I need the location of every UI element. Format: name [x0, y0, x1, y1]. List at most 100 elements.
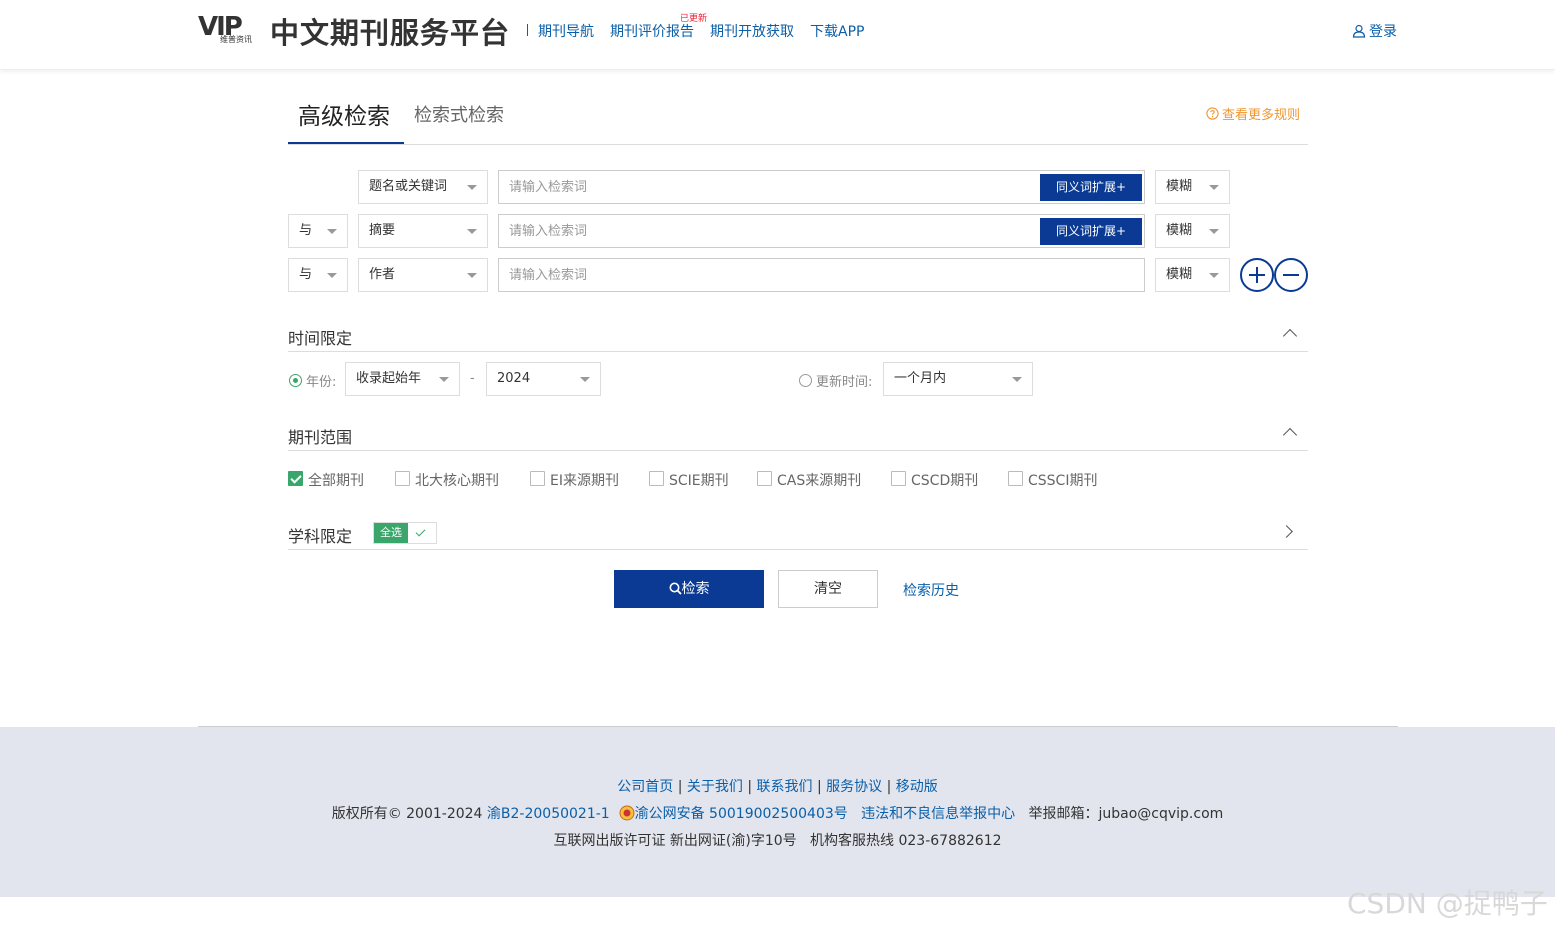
plus-icon-vertical [1256, 267, 1258, 283]
scope-checkbox-pku[interactable] [395, 471, 410, 486]
search-input-1[interactable]: 同义词扩展+ [498, 170, 1145, 204]
chevron-down-icon [1209, 185, 1219, 190]
logic-select-2[interactable]: 与 [288, 214, 348, 248]
scope-checkbox-cas[interactable] [757, 471, 772, 486]
search-input-2-field[interactable] [499, 215, 1019, 247]
chevron-down-icon [1012, 377, 1022, 382]
license-text: 互联网出版许可证 新出网证(渝)字10号 [553, 833, 797, 849]
nav-divider [527, 24, 528, 36]
scope-checkbox-cscd[interactable] [891, 471, 906, 486]
select-all-label: 全选 [374, 523, 408, 543]
footer-links: 公司首页 | 关于我们 | 联系我们 | 服务协议 | 移动版 [617, 779, 938, 795]
time-limit-divider [288, 351, 1308, 352]
footer-link-agreement[interactable]: 服务协议 [826, 779, 882, 795]
subject-select-all-toggle[interactable]: 全选 [373, 522, 437, 544]
year-from-select[interactable]: 收录起始年 [345, 362, 460, 396]
footer-copyright-row: 版权所有© 2001-2024 渝B2-20050021-1 渝公网安备 500… [0, 803, 1555, 823]
search-input-3-field[interactable] [499, 259, 1019, 291]
update-time-radio[interactable] [799, 374, 812, 387]
logic-select-2-value: 与 [299, 223, 313, 238]
journal-scope-divider [288, 450, 1308, 451]
journal-scope-title: 期刊范围 [288, 428, 353, 447]
year-to-select[interactable]: 2024 [486, 362, 601, 396]
year-radio[interactable] [289, 374, 302, 387]
search-button-label: 检索 [681, 581, 710, 597]
logo-subtitle: 维普资讯 [220, 35, 252, 44]
synonym-expand-button-1[interactable]: 同义词扩展+ [1040, 174, 1142, 201]
search-input-2[interactable]: 同义词扩展+ [498, 214, 1145, 248]
subject-limit-title: 学科限定 [288, 527, 353, 546]
search-input-1-field[interactable] [499, 171, 1019, 203]
clear-button[interactable]: 清空 [778, 570, 878, 608]
scope-checkbox-ei[interactable] [530, 471, 545, 486]
chevron-down-icon [467, 273, 477, 278]
collapse-scope-chevron-icon[interactable] [1282, 427, 1298, 443]
tab-advanced-search[interactable]: 高级检索 [298, 97, 390, 131]
icp-link[interactable]: 渝B2-20050021-1 [487, 806, 610, 822]
scope-checkbox-all[interactable] [288, 471, 303, 486]
chevron-down-icon [467, 185, 477, 190]
chevron-down-icon [467, 229, 477, 234]
field-select-2[interactable]: 摘要 [358, 214, 488, 248]
expand-subject-chevron-icon[interactable] [1280, 525, 1293, 538]
more-rules-link[interactable]: 查看更多规则 [1206, 104, 1300, 123]
field-select-1[interactable]: 题名或关键词 [358, 170, 488, 204]
scope-checkbox-cssci[interactable] [1008, 471, 1023, 486]
logic-select-3-value: 与 [299, 267, 313, 282]
police-record-link[interactable]: 渝公网安备 50019002500403号 [635, 806, 848, 822]
chevron-down-icon [580, 377, 590, 382]
nav-journal-evaluation[interactable]: 期刊评价报告 [610, 21, 694, 41]
chevron-down-icon [327, 229, 337, 234]
more-rules-label: 查看更多规则 [1222, 108, 1301, 123]
nav-open-access[interactable]: 期刊开放获取 [710, 21, 794, 41]
field-select-3[interactable]: 作者 [358, 258, 488, 292]
match-select-2-value: 模糊 [1166, 223, 1193, 238]
logic-select-3[interactable]: 与 [288, 258, 348, 292]
match-select-3-value: 模糊 [1166, 267, 1193, 282]
login-link[interactable]: 登录 [1352, 21, 1397, 41]
match-select-1-value: 模糊 [1166, 179, 1193, 194]
scope-label-all: 全部期刊 [308, 473, 364, 489]
tab-expression-search[interactable]: 检索式检索 [414, 101, 504, 127]
help-icon [1206, 107, 1219, 120]
search-input-3[interactable] [498, 258, 1145, 292]
match-select-2[interactable]: 模糊 [1155, 214, 1230, 248]
csdn-watermark: CSDN @捉鸭子 [1347, 887, 1548, 920]
footer-link-mobile[interactable]: 移动版 [896, 779, 938, 795]
user-icon [1352, 24, 1366, 38]
nav-journal-guide[interactable]: 期刊导航 [538, 21, 594, 41]
chevron-down-icon [1209, 229, 1219, 234]
search-history-link[interactable]: 检索历史 [903, 580, 959, 600]
scope-checkbox-scie[interactable] [649, 471, 664, 486]
chevron-down-icon [439, 377, 449, 382]
nav-download-app[interactable]: 下载APP [810, 21, 864, 41]
update-time-value: 一个月内 [894, 371, 947, 386]
time-limit-title: 时间限定 [288, 329, 353, 348]
match-select-3[interactable]: 模糊 [1155, 258, 1230, 292]
vip-logo[interactable]: VIP 维普资讯 [198, 12, 262, 44]
report-email-text: 举报邮箱：jubao@cqvip.com [1028, 806, 1224, 822]
subject-limit-divider [288, 549, 1308, 550]
year-from-value: 收录起始年 [356, 371, 422, 386]
field-select-2-value: 摘要 [369, 223, 396, 238]
report-center-link[interactable]: 违法和不良信息举报中心 [861, 806, 1015, 822]
scope-label-scie: SCIE期刊 [669, 473, 729, 489]
collapse-time-chevron-icon[interactable] [1282, 328, 1298, 344]
search-button[interactable]: 检索 [614, 570, 764, 608]
footer-license-row: 互联网出版许可证 新出网证(渝)字10号 机构客服热线 023-67882612 [0, 830, 1555, 850]
scope-label-ei: EI来源期刊 [550, 473, 619, 489]
update-time-select[interactable]: 一个月内 [883, 362, 1033, 396]
remove-row-button[interactable] [1274, 258, 1308, 292]
search-icon [669, 582, 682, 595]
year-label: 年份: [306, 375, 337, 390]
match-select-1[interactable]: 模糊 [1155, 170, 1230, 204]
footer-link-home[interactable]: 公司首页 [617, 779, 673, 795]
footer-link-about[interactable]: 关于我们 [687, 779, 743, 795]
add-row-button[interactable] [1240, 258, 1274, 292]
synonym-expand-button-2[interactable]: 同义词扩展+ [1040, 218, 1142, 245]
minus-icon [1283, 274, 1299, 276]
platform-title[interactable]: 中文期刊服务平台 [270, 10, 510, 52]
footer-link-contact[interactable]: 联系我们 [757, 779, 813, 795]
tabs-divider [288, 144, 1308, 145]
police-badge-icon [619, 805, 635, 821]
